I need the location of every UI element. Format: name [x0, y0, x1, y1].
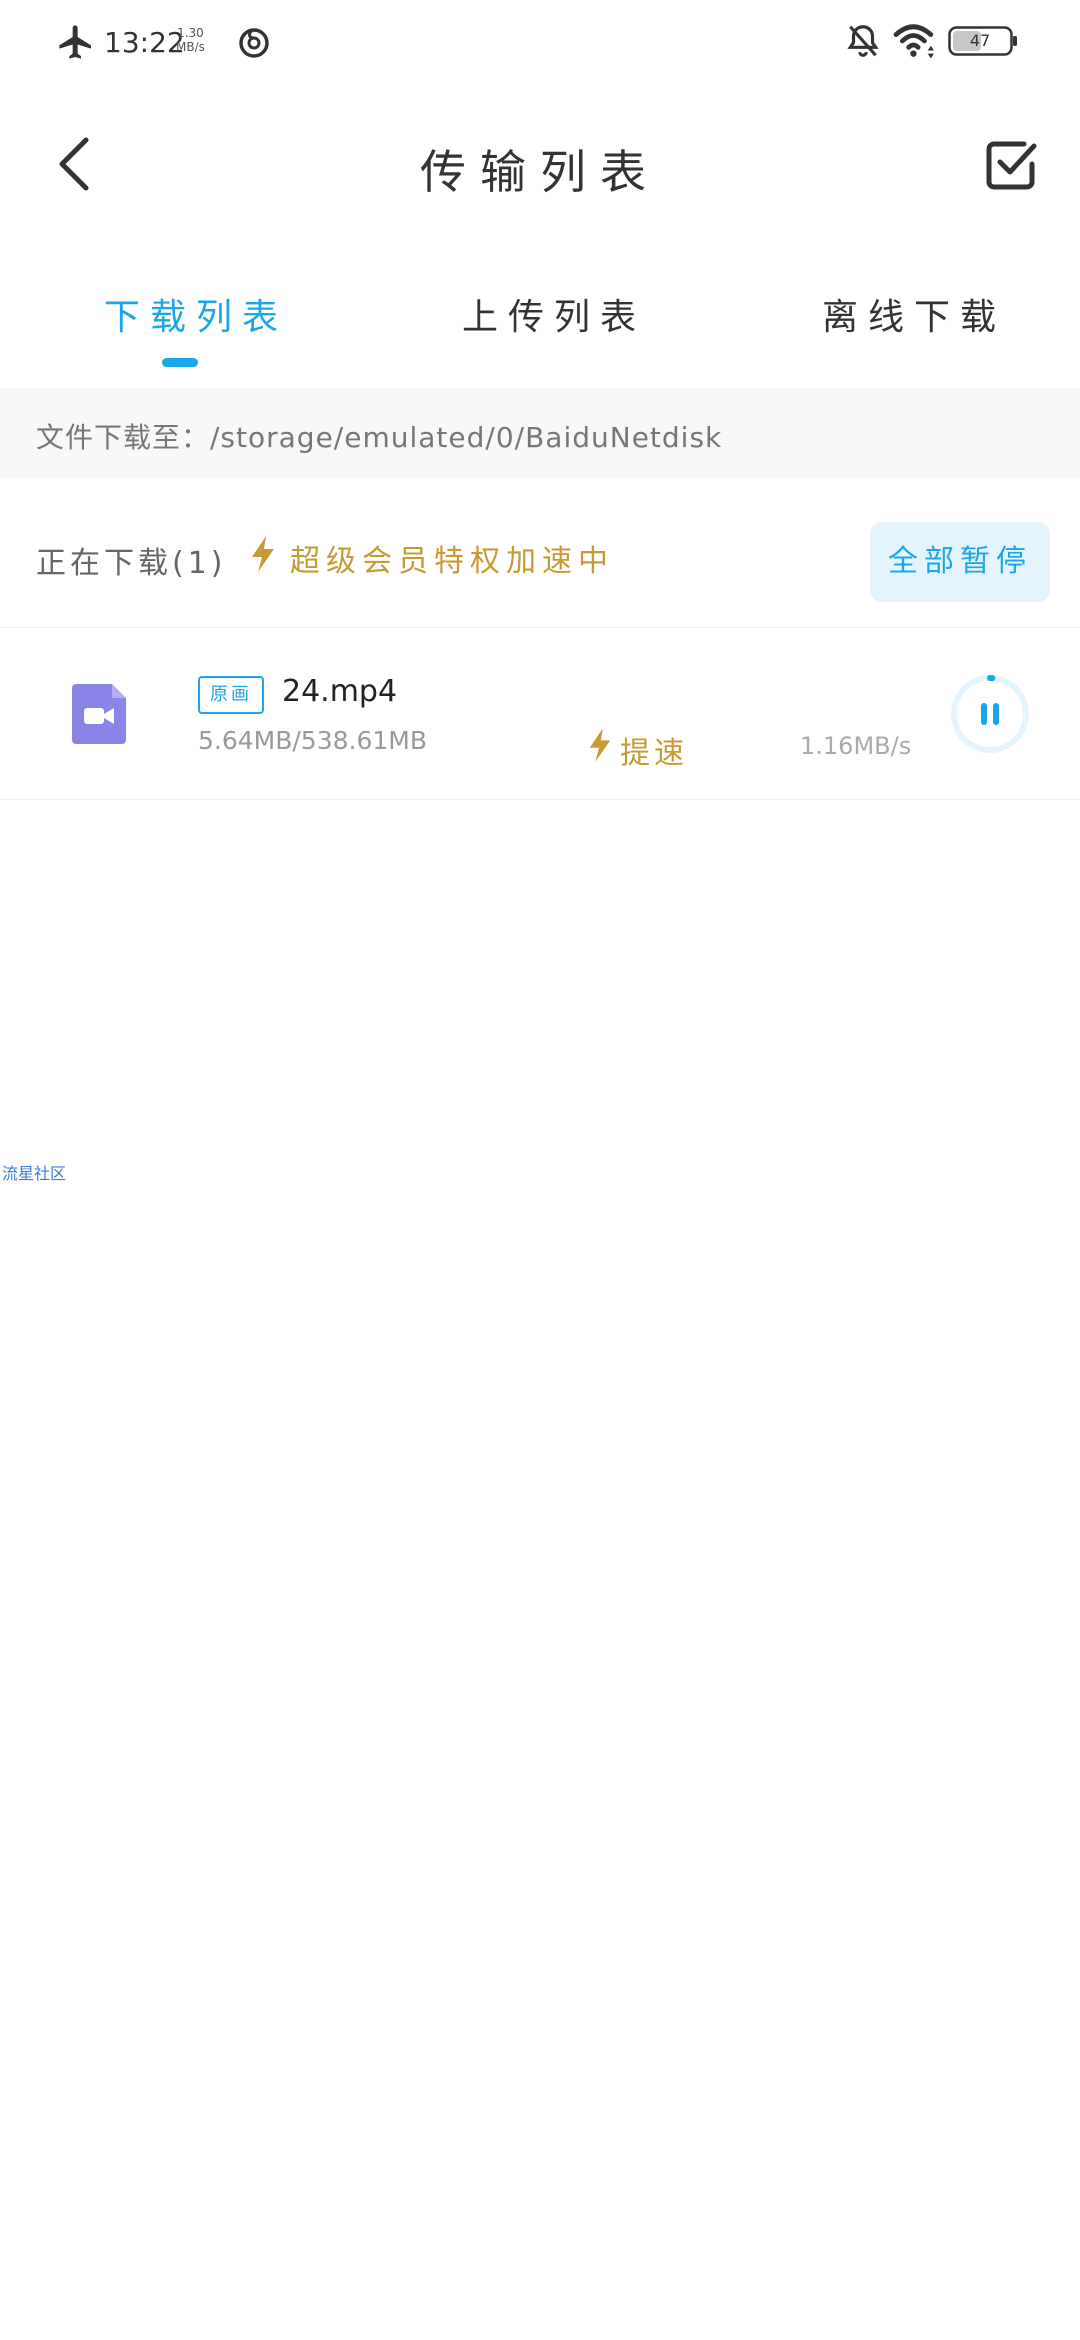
lightning-icon: [252, 536, 274, 572]
download-path-bar: 文件下载至：/storage/emulated/0/BaiduNetdisk: [0, 388, 1080, 478]
status-bar: 13:22 1.30 MB/s 47: [0, 0, 1080, 84]
tab-upload-list[interactable]: 上传列表: [462, 288, 646, 340]
quality-badge: 原画: [198, 676, 264, 714]
pause-download-button[interactable]: [948, 672, 1032, 756]
multi-select-icon[interactable]: [984, 138, 1038, 192]
clock: 13:22: [104, 26, 185, 59]
network-speed: 1.30 MB/s: [176, 26, 205, 54]
battery-level: 47: [969, 31, 991, 50]
vip-acceleration-text: 超级会员特权加速中: [290, 544, 614, 579]
active-tab-indicator: [162, 358, 198, 367]
music-app-icon: [239, 28, 269, 58]
download-speed: 1.16MB/s: [800, 732, 912, 760]
pause-bar-right: [993, 703, 999, 725]
download-item[interactable]: 原画 24.mp4 5.64MB/538.61MB 提速 1.16MB/s: [0, 628, 1080, 800]
boost-button[interactable]: 提速: [620, 728, 688, 772]
watermark: 流星社区: [2, 1164, 67, 1183]
video-file-icon: [72, 684, 126, 744]
tab-offline-download[interactable]: 离线下载: [822, 288, 1006, 340]
wifi-icon: [893, 24, 934, 59]
file-progress-size: 5.64MB/538.61MB: [198, 726, 428, 755]
pause-bar-left: [981, 703, 987, 725]
progress-ring-track: [951, 675, 1029, 753]
tab-download-list[interactable]: 下载列表: [104, 288, 288, 340]
pause-all-button[interactable]: 全部暂停: [870, 522, 1050, 602]
page-title: 传输列表: [420, 145, 660, 199]
boost-lightning-icon[interactable]: [586, 726, 614, 764]
airplane-icon: [59, 25, 91, 59]
downloading-section-header: 正在下载(1) 超级会员特权加速中 全部暂停: [0, 478, 1080, 628]
download-path-text: 文件下载至：/storage/emulated/0/BaiduNetdisk: [36, 421, 723, 454]
file-name: 24.mp4: [282, 674, 398, 709]
downloading-count-label: 正在下载(1): [36, 546, 227, 581]
tab-bar: 下载列表 上传列表 离线下载: [0, 268, 1080, 388]
bell-muted-icon: [847, 25, 879, 57]
